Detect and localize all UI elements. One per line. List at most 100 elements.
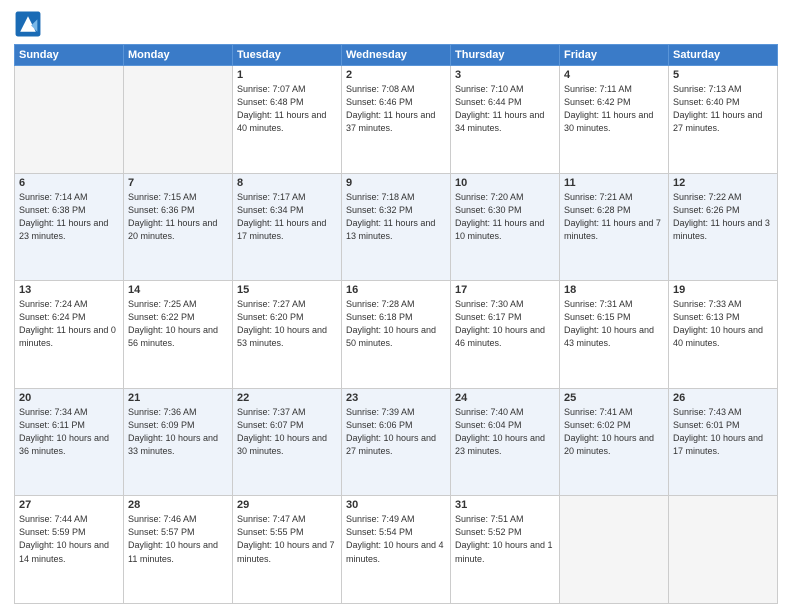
- calendar-day-cell: 28 Sunrise: 7:46 AMSunset: 5:57 PMDayligh…: [124, 496, 233, 604]
- calendar-header-row: SundayMondayTuesdayWednesdayThursdayFrid…: [15, 45, 778, 66]
- day-number: 8: [237, 177, 337, 189]
- calendar-day-cell: 24Sunrise: 7:40 AMSunset: 6:04 PMDayligh…: [451, 388, 560, 496]
- weekday-header-wednesday: Wednesday: [342, 45, 451, 66]
- day-number: 21: [128, 392, 228, 404]
- day-number: 1: [237, 69, 337, 81]
- day-info: Sunrise: 7:20 AMSunset: 6:30 PMDaylight:…: [455, 191, 555, 243]
- day-number: 6: [19, 177, 119, 189]
- calendar-day-cell: 7 Sunrise: 7:15 AMSunset: 6:36 PMDaylight…: [124, 173, 233, 281]
- day-number: 14: [128, 284, 228, 296]
- calendar-day-cell: 19 Sunrise: 7:33 AMSunset: 6:13 PMDayligh…: [669, 281, 778, 389]
- day-info: Sunrise: 7:21 AMSunset: 6:28 PMDaylight:…: [564, 191, 664, 243]
- day-info: Sunrise: 7:10 AMSunset: 6:44 PMDaylight:…: [455, 83, 555, 135]
- weekday-header-friday: Friday: [560, 45, 669, 66]
- day-info: Sunrise: 7:34 AMSunset: 6:11 PMDaylight:…: [19, 406, 119, 458]
- logo: [14, 10, 44, 38]
- calendar-day-cell: 23 Sunrise: 7:39 AMSunset: 6:06 PMDayligh…: [342, 388, 451, 496]
- day-number: 19: [673, 284, 773, 296]
- day-number: 10: [455, 177, 555, 189]
- calendar-day-cell: 8 Sunrise: 7:17 AMSunset: 6:34 PMDaylight…: [233, 173, 342, 281]
- calendar-day-cell: [15, 66, 124, 174]
- calendar-day-cell: 13 Sunrise: 7:24 AMSunset: 6:24 PMDayligh…: [15, 281, 124, 389]
- day-number: 18: [564, 284, 664, 296]
- day-number: 13: [19, 284, 119, 296]
- day-number: 24: [455, 392, 555, 404]
- calendar-day-cell: 11 Sunrise: 7:21 AMSunset: 6:28 PMDayligh…: [560, 173, 669, 281]
- day-number: 7: [128, 177, 228, 189]
- day-number: 23: [346, 392, 446, 404]
- page: SundayMondayTuesdayWednesdayThursdayFrid…: [0, 0, 792, 612]
- day-number: 25: [564, 392, 664, 404]
- day-number: 20: [19, 392, 119, 404]
- day-number: 27: [19, 499, 119, 511]
- calendar-day-cell: 6 Sunrise: 7:14 AMSunset: 6:38 PMDaylight…: [15, 173, 124, 281]
- calendar-week-row: 6 Sunrise: 7:14 AMSunset: 6:38 PMDaylight…: [15, 173, 778, 281]
- day-info: Sunrise: 7:39 AMSunset: 6:06 PMDaylight:…: [346, 406, 446, 458]
- day-info: Sunrise: 7:13 AMSunset: 6:40 PMDaylight:…: [673, 83, 773, 135]
- calendar-day-cell: 10 Sunrise: 7:20 AMSunset: 6:30 PMDayligh…: [451, 173, 560, 281]
- day-number: 31: [455, 499, 555, 511]
- calendar-day-cell: 15 Sunrise: 7:27 AMSunset: 6:20 PMDayligh…: [233, 281, 342, 389]
- day-info: Sunrise: 7:33 AMSunset: 6:13 PMDaylight:…: [673, 298, 773, 350]
- day-info: Sunrise: 7:31 AMSunset: 6:15 PMDaylight:…: [564, 298, 664, 350]
- weekday-header-thursday: Thursday: [451, 45, 560, 66]
- day-number: 12: [673, 177, 773, 189]
- day-number: 29: [237, 499, 337, 511]
- day-number: 16: [346, 284, 446, 296]
- weekday-header-sunday: Sunday: [15, 45, 124, 66]
- calendar-week-row: 27 Sunrise: 7:44 AMSunset: 5:59 PMDayligh…: [15, 496, 778, 604]
- day-info: Sunrise: 7:18 AMSunset: 6:32 PMDaylight:…: [346, 191, 446, 243]
- calendar-day-cell: 16 Sunrise: 7:28 AMSunset: 6:18 PMDayligh…: [342, 281, 451, 389]
- day-info: Sunrise: 7:22 AMSunset: 6:26 PMDaylight:…: [673, 191, 773, 243]
- day-number: 15: [237, 284, 337, 296]
- calendar-day-cell: 1 Sunrise: 7:07 AMSunset: 6:48 PMDaylight…: [233, 66, 342, 174]
- day-info: Sunrise: 7:46 AMSunset: 5:57 PMDaylight:…: [128, 513, 228, 565]
- day-info: Sunrise: 7:49 AMSunset: 5:54 PMDaylight:…: [346, 513, 446, 565]
- calendar-day-cell: 5Sunrise: 7:13 AMSunset: 6:40 PMDaylight…: [669, 66, 778, 174]
- calendar-day-cell: 31 Sunrise: 7:51 AMSunset: 5:52 PMDayligh…: [451, 496, 560, 604]
- day-number: 22: [237, 392, 337, 404]
- day-number: 28: [128, 499, 228, 511]
- calendar-day-cell: [124, 66, 233, 174]
- day-number: 11: [564, 177, 664, 189]
- day-number: 9: [346, 177, 446, 189]
- day-info: Sunrise: 7:08 AMSunset: 6:46 PMDaylight:…: [346, 83, 446, 135]
- calendar-day-cell: 2 Sunrise: 7:08 AMSunset: 6:46 PMDaylight…: [342, 66, 451, 174]
- day-info: Sunrise: 7:27 AMSunset: 6:20 PMDaylight:…: [237, 298, 337, 350]
- day-info: Sunrise: 7:44 AMSunset: 5:59 PMDaylight:…: [19, 513, 119, 565]
- calendar-day-cell: 30 Sunrise: 7:49 AMSunset: 5:54 PMDayligh…: [342, 496, 451, 604]
- day-info: Sunrise: 7:15 AMSunset: 6:36 PMDaylight:…: [128, 191, 228, 243]
- weekday-header-tuesday: Tuesday: [233, 45, 342, 66]
- day-info: Sunrise: 7:24 AMSunset: 6:24 PMDaylight:…: [19, 298, 119, 350]
- day-info: Sunrise: 7:14 AMSunset: 6:38 PMDaylight:…: [19, 191, 119, 243]
- day-info: Sunrise: 7:51 AMSunset: 5:52 PMDaylight:…: [455, 513, 555, 565]
- calendar-day-cell: 14Sunrise: 7:25 AMSunset: 6:22 PMDayligh…: [124, 281, 233, 389]
- calendar-day-cell: 20 Sunrise: 7:34 AMSunset: 6:11 PMDayligh…: [15, 388, 124, 496]
- logo-icon: [14, 10, 42, 38]
- day-info: Sunrise: 7:30 AMSunset: 6:17 PMDaylight:…: [455, 298, 555, 350]
- day-info: Sunrise: 7:28 AMSunset: 6:18 PMDaylight:…: [346, 298, 446, 350]
- calendar-day-cell: [560, 496, 669, 604]
- day-info: Sunrise: 7:36 AMSunset: 6:09 PMDaylight:…: [128, 406, 228, 458]
- weekday-header-saturday: Saturday: [669, 45, 778, 66]
- day-info: Sunrise: 7:17 AMSunset: 6:34 PMDaylight:…: [237, 191, 337, 243]
- day-info: Sunrise: 7:41 AMSunset: 6:02 PMDaylight:…: [564, 406, 664, 458]
- calendar-week-row: 20 Sunrise: 7:34 AMSunset: 6:11 PMDayligh…: [15, 388, 778, 496]
- calendar-day-cell: 27 Sunrise: 7:44 AMSunset: 5:59 PMDayligh…: [15, 496, 124, 604]
- day-info: Sunrise: 7:07 AMSunset: 6:48 PMDaylight:…: [237, 83, 337, 135]
- calendar-day-cell: 9 Sunrise: 7:18 AMSunset: 6:32 PMDaylight…: [342, 173, 451, 281]
- calendar-day-cell: 3Sunrise: 7:10 AMSunset: 6:44 PMDaylight…: [451, 66, 560, 174]
- calendar-day-cell: 25 Sunrise: 7:41 AMSunset: 6:02 PMDayligh…: [560, 388, 669, 496]
- header: [14, 10, 778, 38]
- day-info: Sunrise: 7:11 AMSunset: 6:42 PMDaylight:…: [564, 83, 664, 135]
- day-number: 17: [455, 284, 555, 296]
- calendar-day-cell: 26Sunrise: 7:43 AMSunset: 6:01 PMDayligh…: [669, 388, 778, 496]
- calendar-day-cell: 21 Sunrise: 7:36 AMSunset: 6:09 PMDayligh…: [124, 388, 233, 496]
- day-number: 2: [346, 69, 446, 81]
- day-number: 30: [346, 499, 446, 511]
- calendar-day-cell: 29Sunrise: 7:47 AMSunset: 5:55 PMDayligh…: [233, 496, 342, 604]
- day-info: Sunrise: 7:37 AMSunset: 6:07 PMDaylight:…: [237, 406, 337, 458]
- calendar-day-cell: 18 Sunrise: 7:31 AMSunset: 6:15 PMDayligh…: [560, 281, 669, 389]
- calendar-day-cell: 12 Sunrise: 7:22 AMSunset: 6:26 PMDayligh…: [669, 173, 778, 281]
- calendar-day-cell: 4Sunrise: 7:11 AMSunset: 6:42 PMDaylight…: [560, 66, 669, 174]
